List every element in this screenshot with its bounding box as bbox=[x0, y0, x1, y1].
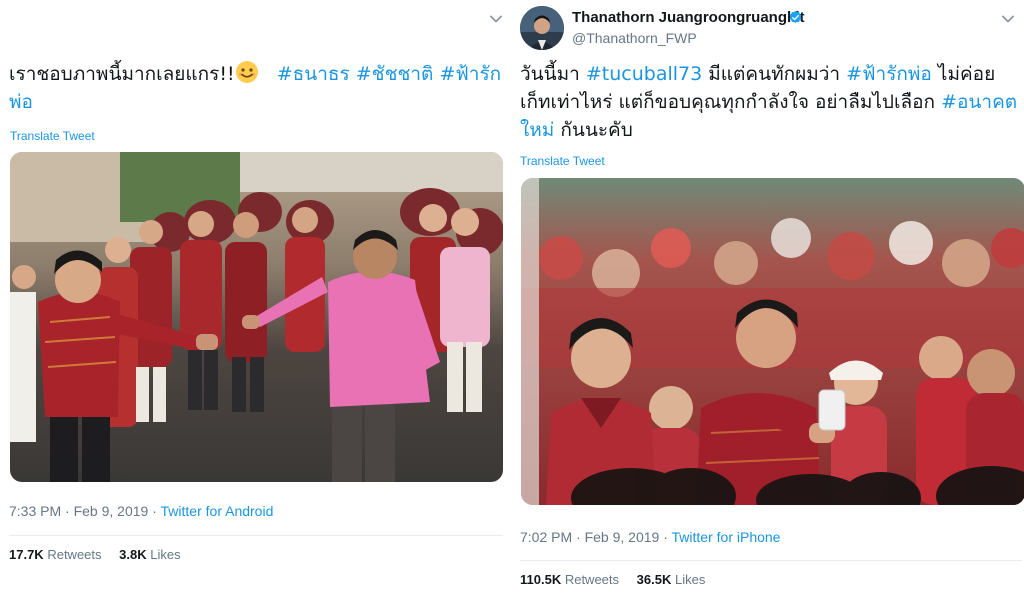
retweets-label: Retweets bbox=[47, 547, 102, 562]
tweet-date[interactable]: Feb 9, 2019 bbox=[74, 503, 149, 519]
tweet-right: วันนี้มา #tucuball73 มีแต่คนทักผมว่า #ฟ้… bbox=[512, 0, 1024, 599]
tweet-text-part: กันนะคับ bbox=[554, 119, 633, 141]
retweets-count: 17.7K bbox=[9, 547, 44, 562]
likes-stat[interactable]: 3.8K Likes bbox=[119, 547, 180, 562]
smiling-face-emoji-icon bbox=[235, 60, 259, 84]
author-handle[interactable]: @Thanathorn_FWP bbox=[572, 30, 697, 46]
retweets-stat[interactable]: 17.7K Retweets bbox=[9, 547, 102, 562]
meta-separator: · bbox=[576, 529, 581, 545]
meta-separator: · bbox=[152, 503, 157, 519]
hashtag-link[interactable]: #ฟ้ารัก bbox=[439, 63, 501, 85]
likes-count: 3.8K bbox=[119, 547, 147, 562]
meta-separator: · bbox=[663, 529, 668, 545]
tweet-meta: 7:02 PM · Feb 9, 2019 · Twitter for iPho… bbox=[520, 529, 780, 545]
tweet-time[interactable]: 7:33 PM bbox=[9, 503, 61, 519]
likes-stat[interactable]: 36.5K Likes bbox=[637, 572, 706, 587]
tweet-photo[interactable] bbox=[521, 178, 1024, 505]
hashtag-link[interactable]: #ชัชชาติ bbox=[356, 63, 434, 85]
tweet-date[interactable]: Feb 9, 2019 bbox=[585, 529, 660, 545]
author-avatar[interactable] bbox=[520, 6, 564, 50]
retweets-label: Retweets bbox=[564, 572, 620, 587]
verified-badge-icon bbox=[788, 10, 803, 25]
tweet-stats: 17.7K Retweets 3.8K Likes bbox=[9, 547, 181, 562]
tweet-text: เราชอบภาพนี้มากเลยแกร!! #ธนาธร #ชัชชาติ … bbox=[9, 60, 505, 116]
hashtag-link-continuation[interactable]: พ่อ bbox=[9, 91, 33, 113]
likes-label: Likes bbox=[150, 547, 181, 562]
translate-tweet-link[interactable]: Translate Tweet bbox=[10, 129, 95, 143]
tweet-text-part: วันนี้มา bbox=[520, 63, 586, 85]
chevron-down-icon[interactable] bbox=[1001, 12, 1015, 26]
retweets-count: 110.5K bbox=[520, 572, 562, 587]
tweet-photo[interactable] bbox=[10, 152, 503, 482]
tweet-left: เราชอบภาพนี้มากเลยแกร!! #ธนาธร #ชัชชาติ … bbox=[0, 0, 512, 599]
tweet-time[interactable]: 7:02 PM bbox=[520, 529, 572, 545]
tweet-meta: 7:33 PM · Feb 9, 2019 · Twitter for Andr… bbox=[9, 503, 273, 519]
divider bbox=[520, 560, 1022, 561]
tweet-text-part: มีแต่คนทักผมว่า bbox=[702, 63, 847, 85]
tweet-source-link[interactable]: Twitter for iPhone bbox=[672, 529, 781, 545]
divider bbox=[9, 535, 503, 536]
tweet-text-body: เราชอบภาพนี้มากเลยแกร!! bbox=[9, 63, 235, 85]
meta-separator: · bbox=[65, 503, 70, 519]
chevron-down-icon[interactable] bbox=[489, 12, 503, 26]
tweet-stats: 110.5K Retweets 36.5K Likes bbox=[520, 572, 705, 587]
hashtag-link[interactable]: #tucuball73 bbox=[586, 63, 702, 85]
author-name[interactable]: Thanathorn Juangroongruangkit bbox=[572, 9, 805, 26]
hashtag-link[interactable]: #ธนาธร bbox=[277, 63, 350, 85]
tweet-text: วันนี้มา #tucuball73 มีแต่คนทักผมว่า #ฟ้… bbox=[520, 60, 1020, 144]
retweets-stat[interactable]: 110.5K Retweets bbox=[520, 572, 619, 587]
hashtag-link[interactable]: #ฟ้ารักพ่อ bbox=[846, 63, 932, 85]
tweet-source-link[interactable]: Twitter for Android bbox=[161, 503, 274, 519]
translate-tweet-link[interactable]: Translate Tweet bbox=[520, 154, 605, 168]
likes-count: 36.5K bbox=[636, 572, 672, 587]
likes-label: Likes bbox=[674, 572, 706, 587]
